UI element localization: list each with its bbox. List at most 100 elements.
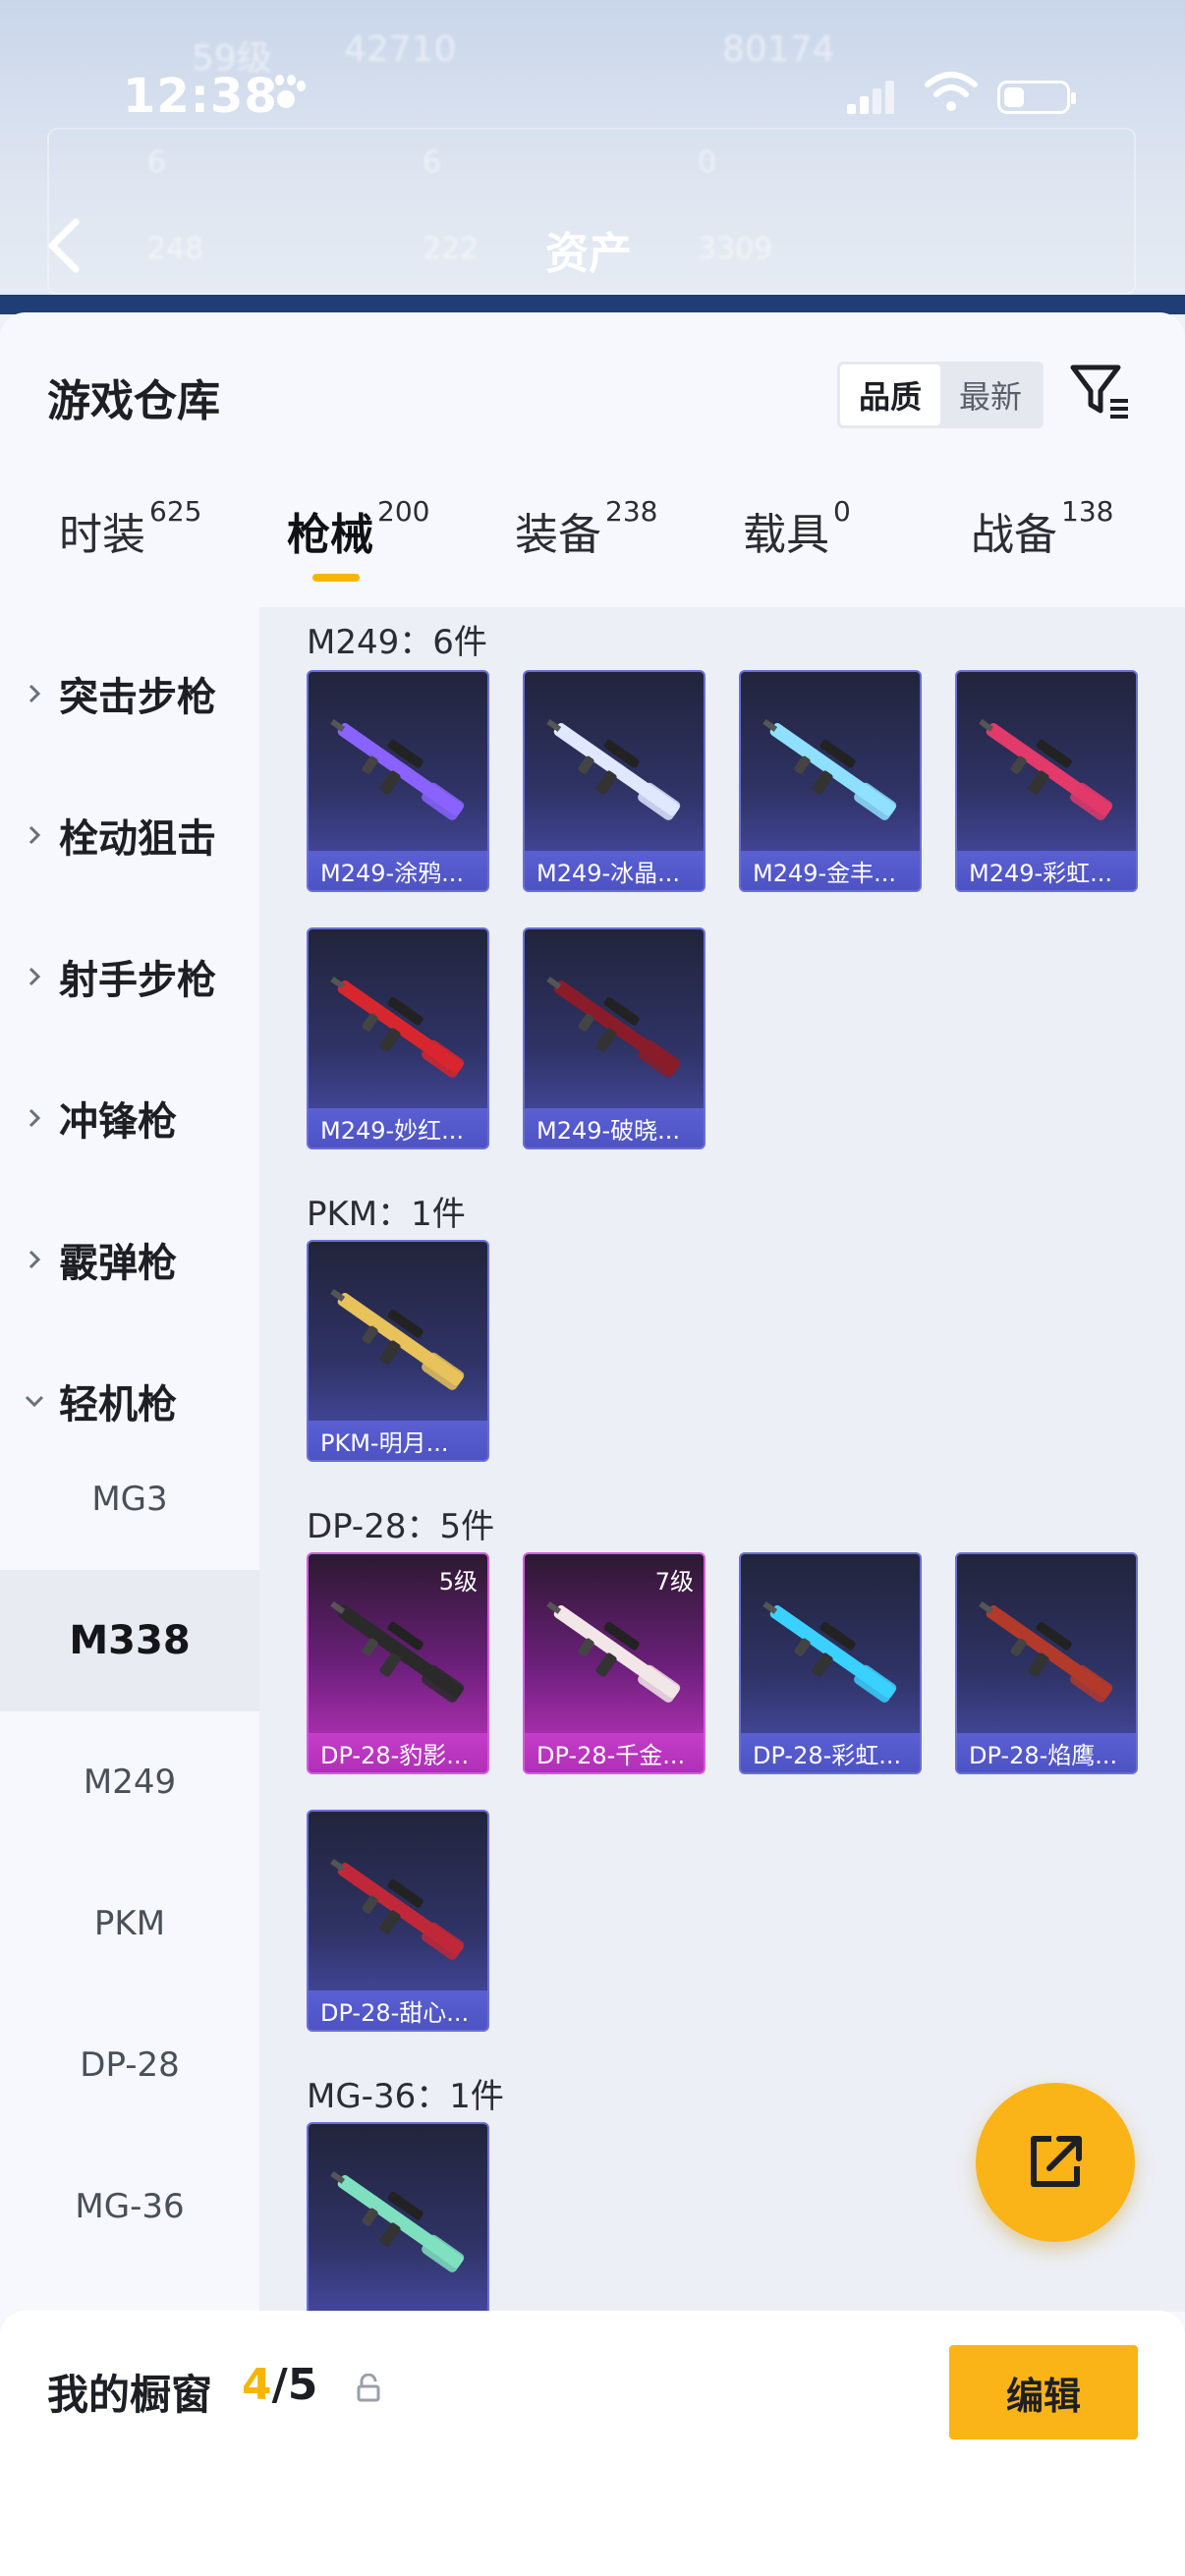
showcase-title: 我的橱窗 [47,2371,213,2419]
weapon-icon [330,718,465,820]
weapon-card[interactable]: M249-金丰... [739,670,922,892]
weapon-card[interactable]: 7级 DP-28-千金... [523,1552,705,1774]
tab-tactical[interactable]: 战备 138 [971,495,1113,597]
showcase-bar: 我的橱窗 4/5 编辑 [0,2311,1185,2576]
weapon-card[interactable]: M249-涂鸦... [307,670,489,892]
weapon-icon [330,1288,465,1390]
sort-quality-button[interactable]: 品质 [840,364,940,425]
wifi-icon [925,72,978,111]
weapon-icon [546,718,681,820]
chevron-right-icon [28,825,41,845]
showcase-count-total: /5 [271,2360,318,2410]
weapon-card[interactable]: M249-破晓... [523,927,705,1149]
battery-icon [997,81,1076,114]
weapon-card[interactable] [307,2122,489,2312]
warehouse-sheet: 游戏仓库 品质 最新 时装 625 枪械 200 装备 238 载具 0 战备 138 [0,312,1185,2576]
sidebar-sub-mg3[interactable]: MG3 [0,1428,259,1570]
weapon-name: M249-冰晶... [525,851,704,890]
sidebar-item-label: 射手步枪 [59,958,216,1003]
background-header: 59级 42710 80174 6 6 0 248 222 3309 12:38… [0,0,1185,314]
weapon-icon [762,718,897,820]
sidebar-sub-mg36[interactable]: MG-36 [0,2136,259,2277]
chevron-right-icon [28,1250,41,1269]
edit-button[interactable]: 编辑 [949,2345,1138,2439]
tab-equipment[interactable]: 装备 238 [515,495,657,597]
tab-fashion[interactable]: 时装 625 [59,495,201,597]
tab-label: 战备 [971,510,1057,560]
weapon-name: M249-妙红... [309,1108,487,1148]
sidebar-sub-dp28[interactable]: DP-28 [0,1994,259,2136]
ghost-stat: 248 [147,232,204,266]
tab-label: 时装 [59,510,145,560]
signal-icon [847,79,894,114]
tab-label: 枪械 [287,510,373,560]
tab-count: 138 [1061,495,1114,528]
weapon-icon [762,1600,897,1703]
section-title-mg36: MG-36：1件 [307,2077,504,2116]
lock-icon[interactable] [356,2374,381,2403]
weapon-name: M249-彩虹... [957,851,1136,890]
level-badge: 7级 [654,1568,694,1596]
sidebar-sub-m249[interactable]: M249 [0,1711,259,1853]
weapon-card[interactable]: M249-妙红... [307,927,489,1149]
chevron-down-icon [25,1395,44,1408]
category-tabs: 时装 625 枪械 200 装备 238 载具 0 战备 138 [0,495,1185,607]
weapon-name: DP-28-彩虹... [741,1733,920,1772]
chevron-right-icon [28,684,41,703]
tab-label: 装备 [515,510,601,560]
ghost-score: 42710 [344,29,457,70]
sidebar-item-shotgun[interactable]: 霰弹枪 [0,1215,259,1304]
header-strip [0,295,1185,314]
weapon-name: M249-金丰... [741,851,920,890]
ghost-stat: 6 [147,145,167,180]
weapon-name: M249-破晓... [525,1108,704,1148]
tab-count: 0 [833,495,851,528]
sidebar-item-smg[interactable]: 冲锋枪 [0,1074,259,1162]
sidebar-item-label: 突击步枪 [59,675,216,720]
weapon-name: DP-28-千金... [525,1733,704,1772]
level-badge: 5级 [438,1568,478,1596]
ghost-stat: 6 [423,145,442,180]
weapon-card[interactable]: M249-冰晶... [523,670,705,892]
weapon-card[interactable]: PKM-明月... [307,1240,489,1462]
sidebar-item-bolt-sniper[interactable]: 栓动狙击 [0,791,259,879]
tab-label: 载具 [743,510,829,560]
ghost-stat: 222 [423,232,480,266]
sidebar-item-label: 霰弹枪 [59,1241,177,1286]
back-arrow-icon[interactable] [44,216,84,275]
weapon-card[interactable]: DP-28-甜心... [307,1810,489,2032]
sidebar-item-assault-rifle[interactable]: 突击步枪 [0,649,259,738]
ghost-stat: 3309 [698,232,773,266]
section-title-pkm: PKM：1件 [307,1195,466,1234]
weapon-card[interactable]: M249-彩虹... [955,670,1138,892]
tab-count: 238 [605,495,658,528]
weapon-card[interactable]: DP-28-彩虹... [739,1552,922,1774]
tab-vehicles[interactable]: 载具 0 [743,495,851,597]
weapon-icon [546,976,681,1078]
filter-icon[interactable] [1069,360,1132,422]
share-external-icon [1031,2136,1082,2187]
chevron-right-icon [28,967,41,986]
showcase-count: 4/5 [242,2360,317,2410]
sidebar-item-label: 栓动狙击 [59,816,216,862]
sidebar-item-label: 轻机枪 [59,1382,177,1428]
ghost-stat: 0 [698,145,717,180]
weapon-name: DP-28-甜心... [309,1990,487,2030]
section-title-m249: M249：6件 [307,623,487,662]
showcase-count-current: 4 [242,2360,272,2410]
sheet-title: 游戏仓库 [47,376,220,426]
weapon-name: PKM-明月... [309,1421,487,1460]
tab-firearms[interactable]: 枪械 200 [287,495,429,597]
weapon-card[interactable]: 5级 DP-28-豹影... [307,1552,489,1774]
share-external-button[interactable] [976,2083,1135,2242]
weapon-icon [979,1600,1113,1703]
tab-count: 200 [377,495,430,528]
weapon-card[interactable]: DP-28-焰鹰... [955,1552,1138,1774]
sidebar-sub-m338[interactable]: M338 [0,1570,259,1711]
weapon-icon [546,1600,681,1703]
sidebar-sub-pkm[interactable]: PKM [0,1853,259,1994]
sidebar-item-marksman-rifle[interactable]: 射手步枪 [0,932,259,1021]
weapon-icon [330,1858,465,1960]
status-time: 12:38 [123,69,278,124]
sort-newest-button[interactable]: 最新 [940,364,1041,425]
